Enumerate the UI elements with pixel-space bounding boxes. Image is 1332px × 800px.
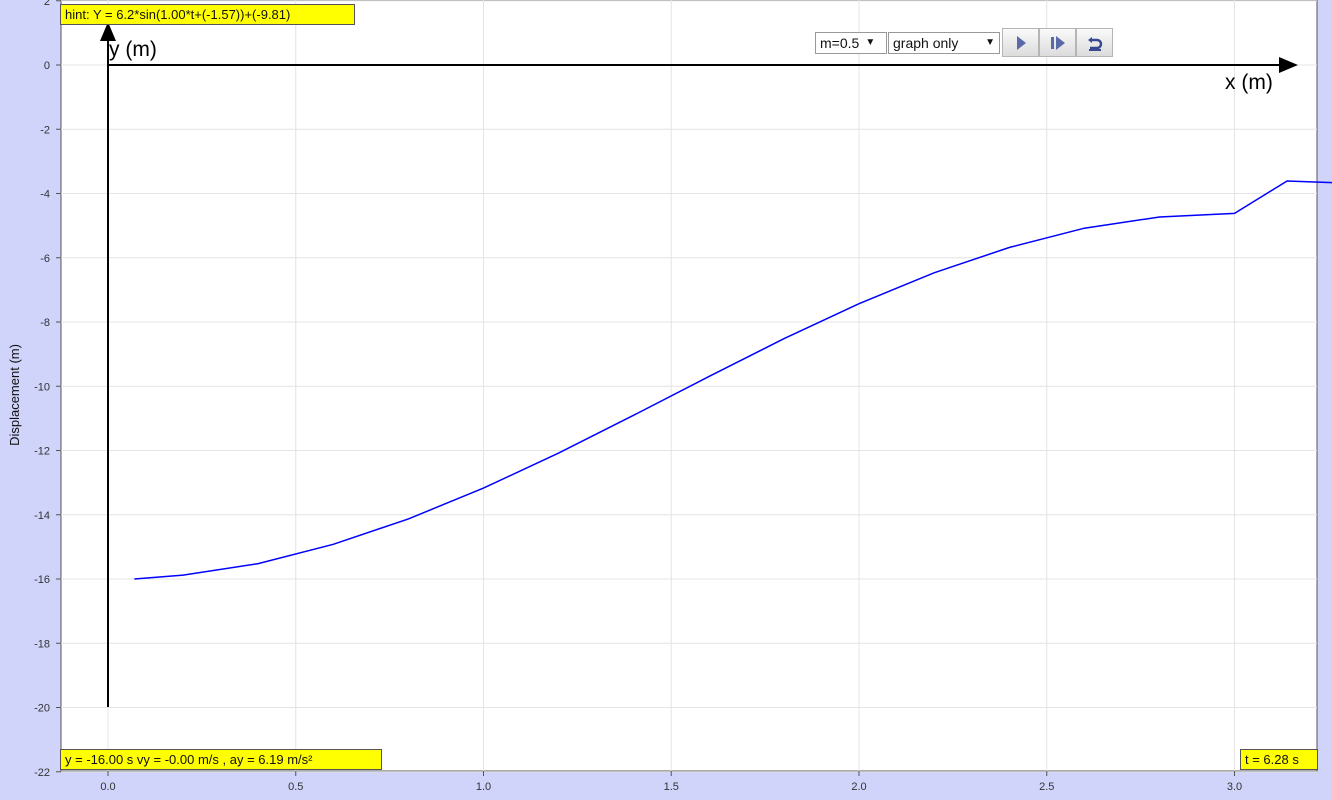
x-tick-label: 2.0 [851, 781, 866, 793]
control-bar: m=0.5 ▼ graph only ▼ [815, 28, 1113, 57]
x-tick-label: 1.5 [664, 781, 679, 793]
x-axis-ticks: 0.00.51.01.52.02.53.03.54.04.55.05.56.0 [100, 771, 1242, 793]
y-tick-label: -14 [34, 510, 50, 522]
y-tick-label: -6 [40, 253, 50, 265]
y-tick-label: -20 [34, 703, 50, 715]
y-tick-label: -22 [34, 767, 50, 779]
chevron-down-icon: ▼ [865, 37, 876, 48]
play-icon [1016, 35, 1026, 50]
x-tick-label: 3.0 [1227, 781, 1242, 793]
time-box: t = 6.28 s [1240, 749, 1318, 770]
reset-icon [1087, 36, 1102, 51]
y-tick-label: -16 [34, 574, 50, 586]
view-select[interactable]: graph only ▼ [888, 31, 1000, 54]
mass-select[interactable]: m=0.5 ▼ [815, 31, 887, 54]
plot-area [60, 0, 1318, 772]
y-tick-label: -18 [34, 638, 50, 650]
x-axis-arrow-label: x (m) [1225, 71, 1273, 94]
y-tick-label: -12 [34, 446, 50, 458]
reset-button[interactable] [1076, 28, 1113, 57]
y-tick-label: -8 [40, 317, 50, 329]
y-tick-label: -4 [40, 189, 50, 201]
mass-select-value: m=0.5 [820, 34, 860, 51]
y-tick-label: -10 [34, 381, 50, 393]
x-tick-label: 2.5 [1039, 781, 1054, 793]
chart: 0.00.51.01.52.02.53.03.54.04.55.05.56.0 … [7, 0, 1332, 793]
chevron-down-icon: ▼ [985, 37, 995, 48]
y-tick-label: 2 [44, 0, 50, 8]
hint-box: hint: Y = 6.2*sin(1.00*t+(-1.57))+(-9.81… [60, 4, 355, 25]
step-forward-button[interactable] [1039, 28, 1076, 57]
step-forward-icon [1050, 35, 1065, 50]
readout-box: y = -16.00 s vy = -0.00 m/s , ay = 6.19 … [60, 749, 382, 770]
x-tick-label: 0.0 [100, 781, 115, 793]
x-tick-label: 1.0 [476, 781, 491, 793]
y-axis-ticks: 2 0 -2 -4 -6 -8 -10 -12 -14 -16 -18 -20 -22 [34, 0, 61, 779]
x-tick-label: 0.5 [288, 781, 303, 793]
y-tick-label: 0 [44, 60, 50, 72]
view-select-value: graph only [893, 34, 959, 51]
y-tick-label: -2 [40, 124, 50, 136]
play-button[interactable] [1002, 28, 1039, 57]
y-axis-title: Displacement (m) [7, 344, 22, 446]
y-axis-arrow-label: y (m) [109, 38, 157, 61]
